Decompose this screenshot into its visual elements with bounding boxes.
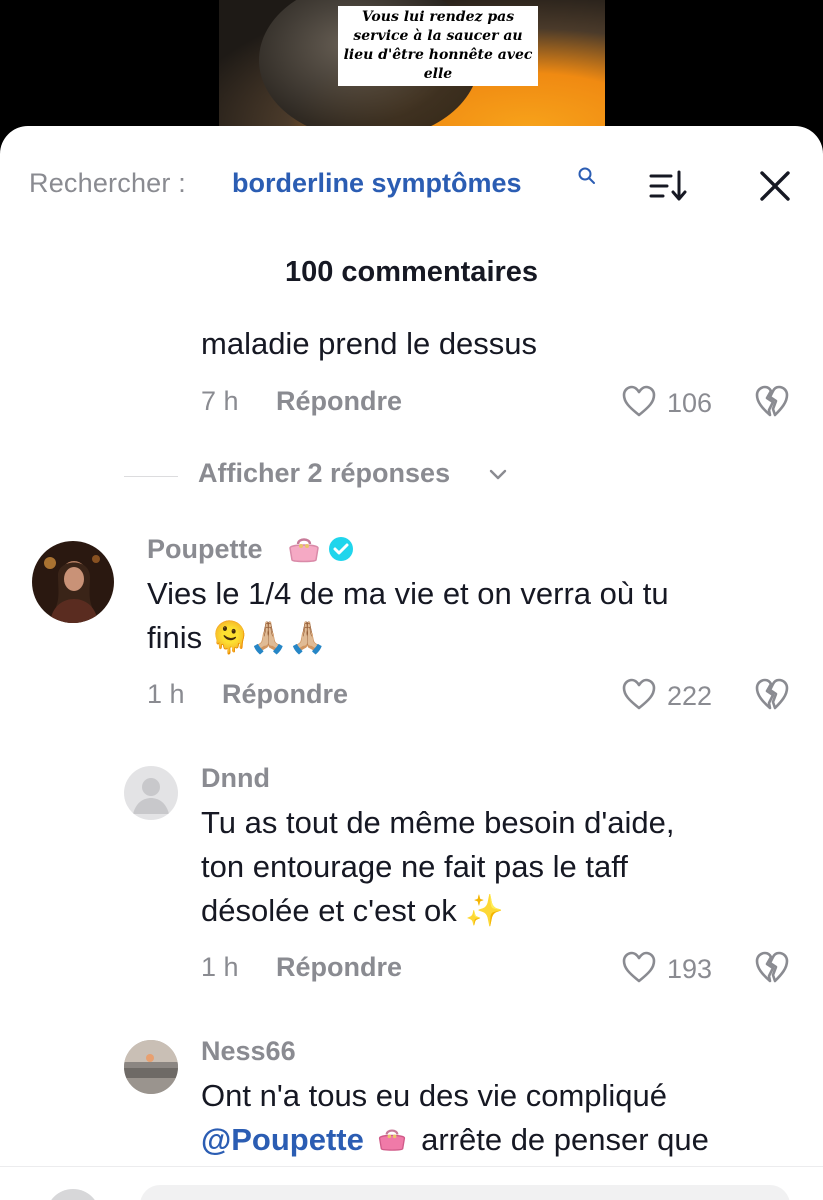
- avatar[interactable]: [124, 766, 178, 820]
- purse-icon: [379, 1129, 406, 1151]
- comment-text-line2: finis 🫠🙏🏼🙏🏼: [147, 616, 327, 660]
- heart-icon[interactable]: [621, 384, 657, 418]
- default-avatar-icon: [133, 778, 169, 814]
- comment-text-line2: @Poupette arrête de penser que: [201, 1118, 709, 1162]
- comment-text-part: finis: [147, 620, 203, 655]
- heart-icon[interactable]: [621, 677, 657, 711]
- search-prefix: Rechercher :: [29, 168, 186, 198]
- avatar-image: [124, 1040, 178, 1094]
- comment-text: Ont n'a tous eu des vie compliqué: [201, 1078, 668, 1113]
- sort-icon[interactable]: [647, 168, 689, 204]
- reply-button[interactable]: Répondre: [276, 386, 402, 417]
- heart-icon[interactable]: [621, 950, 657, 984]
- comment-text: Tu as tout de même besoin d'aide,: [201, 805, 675, 840]
- comment-input[interactable]: [140, 1185, 790, 1200]
- search-icon[interactable]: [577, 166, 597, 186]
- avatar-image: [32, 541, 114, 623]
- comment-username[interactable]: Dnnd: [201, 763, 270, 794]
- comment-time: 1 h: [147, 679, 185, 709]
- verified-icon: [329, 537, 353, 561]
- comment-text-line3: désolée et c'est ok ✨: [201, 889, 504, 933]
- comment-text: Vies le 1/4 de ma vie et on verra où tu: [147, 576, 669, 611]
- sparkles-emoji: ✨: [465, 893, 505, 929]
- show-replies-button[interactable]: Afficher 2 réponses: [198, 458, 450, 489]
- broken-heart-icon[interactable]: [754, 384, 790, 418]
- like-count: 193: [667, 954, 713, 984]
- close-icon[interactable]: [757, 168, 793, 204]
- broken-heart-icon[interactable]: [754, 950, 790, 984]
- like-count: 106: [667, 388, 713, 418]
- chevron-down-icon[interactable]: [486, 466, 510, 484]
- comments-sheet: Rechercher : borderline symptômes 100 co…: [0, 126, 823, 1200]
- video-caption: Vous lui rendez pas service à la saucer …: [338, 6, 538, 86]
- avatar[interactable]: [32, 541, 114, 623]
- user-avatar[interactable]: [46, 1189, 100, 1200]
- comment-time: 1 h: [201, 952, 239, 982]
- comment-text-part: arrête de penser que: [421, 1122, 709, 1157]
- comment-text: maladie prend le dessus: [201, 326, 538, 361]
- broken-heart-icon[interactable]: [754, 677, 790, 711]
- like-count: 222: [667, 681, 713, 711]
- reply-button[interactable]: Répondre: [222, 679, 348, 710]
- divider: [124, 476, 178, 477]
- comment-username[interactable]: Poupette: [147, 534, 263, 565]
- comment-input-bar: [0, 1166, 823, 1200]
- purse-icon: [289, 538, 319, 563]
- comment-time: 7 h: [201, 386, 239, 416]
- comments-count: 100 commentaires: [284, 256, 539, 288]
- reply-button[interactable]: Répondre: [276, 952, 402, 983]
- comment-emojis: 🫠🙏🏼🙏🏼: [210, 620, 327, 656]
- search-term-link[interactable]: borderline symptômes: [232, 168, 522, 199]
- mention-link[interactable]: @Poupette: [201, 1122, 364, 1157]
- comment-text-part: désolée et c'est ok: [201, 893, 457, 928]
- avatar[interactable]: [124, 1040, 178, 1094]
- search-suggestion[interactable]: Rechercher : borderline symptômes: [29, 166, 809, 206]
- comment-username[interactable]: Ness66: [201, 1036, 296, 1067]
- comment-text-line2: ton entourage ne fait pas le taff: [201, 849, 628, 884]
